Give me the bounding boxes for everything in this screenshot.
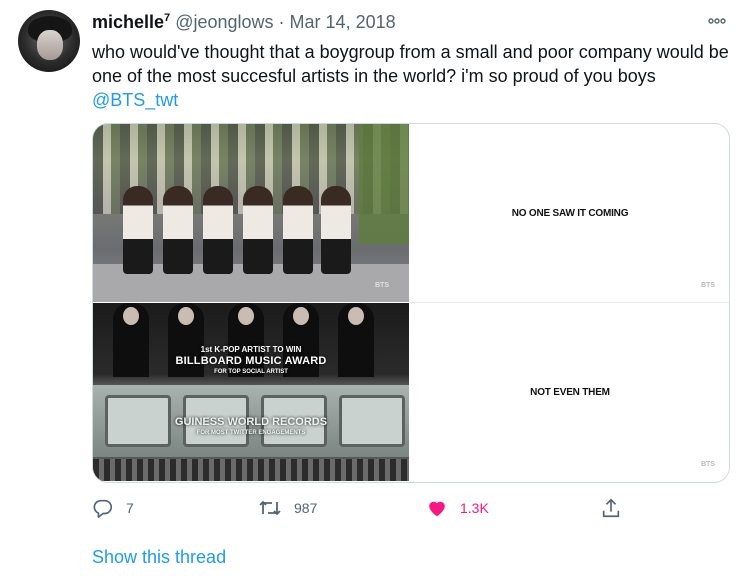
tweet-header: michelle7 @jeonglows · Mar 14, 2018 — [92, 12, 396, 36]
author-handle[interactable]: @jeonglows — [175, 12, 273, 32]
tweet-body: who would've thought that a boygroup fro… — [92, 42, 729, 86]
more-icon-graphic — [708, 18, 726, 24]
avatar[interactable] — [18, 10, 80, 72]
author-name-superscript: 7 — [164, 12, 171, 24]
media-photo-2[interactable]: 1st K-POP ARTIST TO WIN BILLBOARD MUSIC … — [93, 303, 409, 481]
caption-award-main: BILLBOARD MUSIC AWARD — [175, 355, 327, 367]
share-button[interactable] — [600, 494, 622, 522]
heart-icon — [429, 501, 445, 517]
media-photo-4[interactable]: NOT EVEN THEM BTS — [411, 303, 729, 481]
share-icon — [602, 498, 620, 518]
member-figure — [321, 186, 351, 274]
retweet-count: 987 — [294, 500, 318, 516]
panel-watermark: BTS — [701, 282, 715, 289]
member-figure — [283, 186, 313, 274]
retweet-button[interactable]: 987 — [258, 494, 317, 522]
member-figure — [243, 186, 273, 274]
separator-dot: · — [278, 12, 285, 32]
member-figure — [203, 186, 233, 274]
author-name-text: michelle — [92, 12, 165, 32]
caption-guinness-sub: FOR MOST TWITTER ENGAGEMENTS — [196, 430, 306, 436]
photo-tree — [359, 124, 409, 244]
like-button[interactable]: 1.3K — [426, 494, 489, 522]
more-icon[interactable] — [704, 10, 730, 32]
media-photo-3[interactable]: NO ONE SAW IT COMING BTS — [411, 124, 729, 303]
mention-link[interactable]: @BTS_twt — [92, 90, 178, 110]
media-photo-1[interactable]: BTS — [93, 124, 409, 302]
member-figure — [123, 186, 153, 274]
caption-guinness-main: GUINESS WORLD RECORDS — [174, 416, 328, 428]
panel-watermark: BTS — [701, 461, 715, 468]
tweet-date[interactable]: Mar 14, 2018 — [290, 12, 396, 32]
tweet-actions: 7 987 1.3K — [92, 494, 732, 522]
avatar-face — [37, 30, 63, 60]
reply-button[interactable]: 7 — [92, 494, 134, 522]
like-count: 1.3K — [460, 500, 489, 516]
retweet-icon — [259, 500, 281, 516]
photo-watermark: BTS — [375, 282, 389, 289]
member-figure — [163, 186, 193, 274]
show-thread-link[interactable]: Show this thread — [92, 547, 226, 568]
panel-text: NOT EVEN THEM — [530, 387, 610, 398]
tweet-text: who would've thought that a boygroup fro… — [92, 40, 732, 112]
caption-award-sub: FOR TOP SOCIAL ARTIST — [214, 369, 288, 375]
reply-icon — [93, 499, 113, 518]
author-name[interactable]: michelle7 — [92, 12, 170, 32]
tweet[interactable]: michelle7 @jeonglows · Mar 14, 2018 who … — [0, 0, 749, 583]
caption-award-top: 1st K-POP ARTIST TO WIN — [200, 345, 302, 354]
panel-text: NO ONE SAW IT COMING — [511, 208, 629, 219]
reply-count: 7 — [126, 500, 134, 516]
photo-bottom-crowd — [93, 459, 409, 481]
media-grid: BTS 1st K-POP ARTIST TO WIN BILLBOARD MU… — [92, 123, 730, 483]
